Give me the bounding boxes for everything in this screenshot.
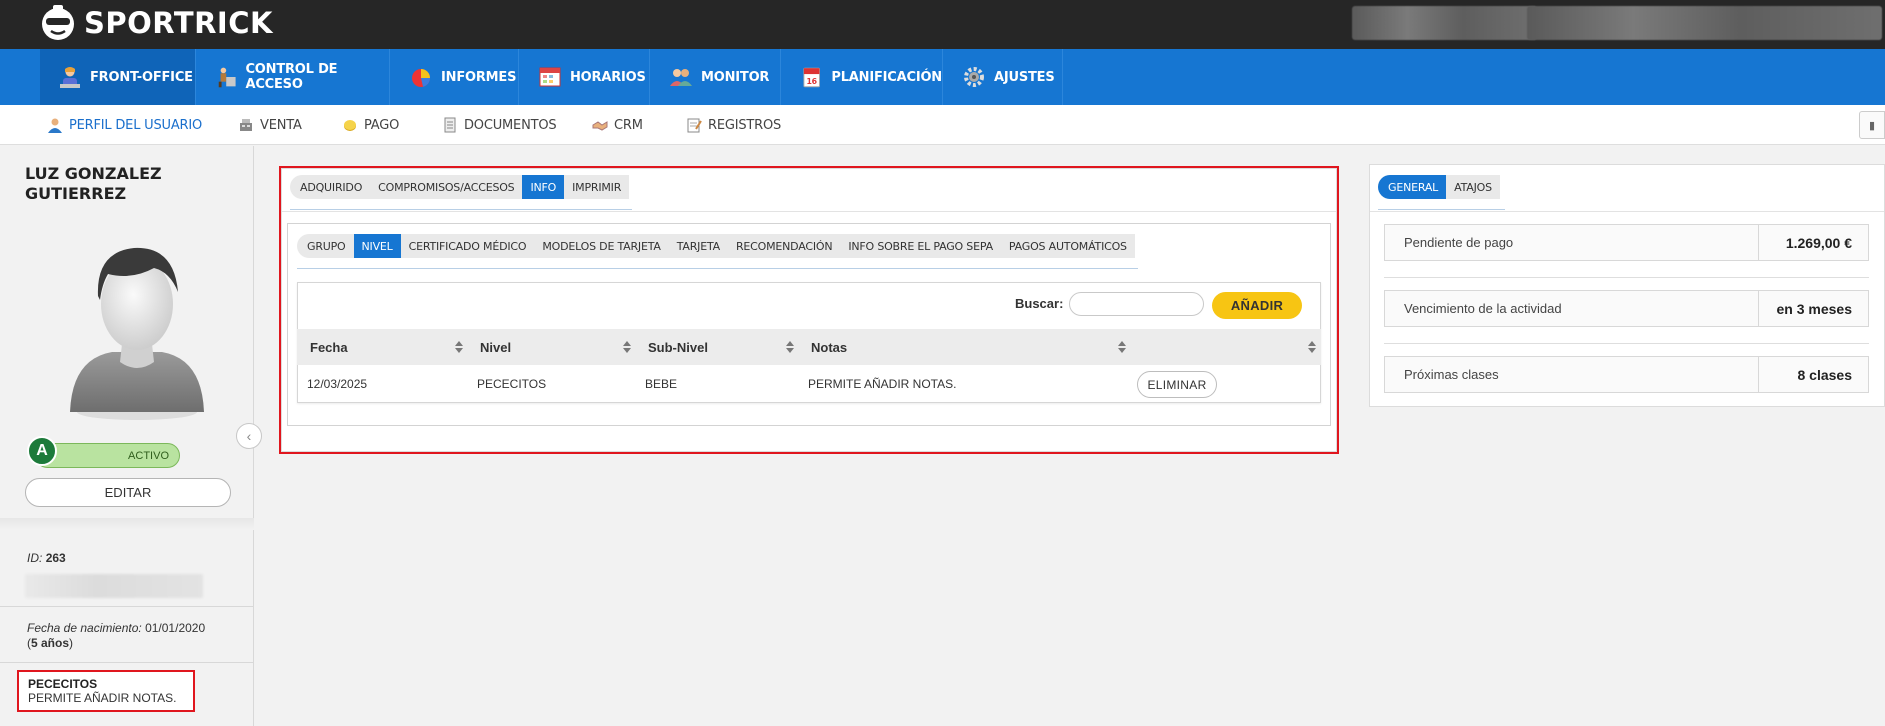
nav-label: FRONT-OFFICE: [90, 69, 193, 85]
pin-icon[interactable]: ▮: [1859, 111, 1885, 139]
stat-label: Pendiente de pago: [1404, 235, 1514, 250]
receptionist-icon: [60, 67, 80, 88]
nav-label: MONITOR: [701, 69, 770, 85]
subnav-label: PAGO: [364, 117, 400, 133]
redacted-account-email[interactable]: [1527, 6, 1882, 40]
sidebar-divider: [0, 606, 254, 607]
top-bar: SPORTRICK: [0, 0, 1885, 49]
id-label: ID:: [27, 551, 43, 565]
notepad-icon: [687, 118, 702, 133]
sidebar-divider-shade: [0, 518, 254, 530]
stat-value: 8 clases: [1758, 357, 1868, 392]
right-tab-bar: GENERAL ATAJOS: [1378, 175, 1500, 199]
gear-icon: [964, 67, 984, 87]
sidebar-divider: [0, 662, 254, 663]
nav-informes[interactable]: INFORMES: [391, 49, 519, 105]
sub-nav: PERFIL DEL USUARIO VENTA PAGO DOCUMENTOS…: [0, 105, 1885, 145]
stat-value: en 3 meses: [1758, 291, 1868, 326]
nav-horarios[interactable]: HORARIOS: [520, 49, 650, 105]
stat-label: Próximas clases: [1404, 367, 1499, 382]
collapse-sidebar-icon[interactable]: ‹: [236, 423, 262, 449]
status-badge: ACTIVO: [35, 443, 180, 468]
nav-ajustes[interactable]: AJUSTES: [944, 49, 1063, 105]
nav-label: INFORMES: [441, 69, 517, 85]
tab-atajos[interactable]: ATAJOS: [1446, 175, 1500, 199]
calendar-icon: 16: [803, 67, 820, 88]
stat-proximas-clases: Próximas clases 8 clases: [1384, 356, 1869, 393]
nav-monitor[interactable]: MONITOR: [651, 49, 781, 105]
redacted-user-button[interactable]: [1352, 6, 1537, 40]
nav-planificacion[interactable]: 16 PLANIFICACIÓN: [782, 49, 943, 105]
age-close: ): [69, 636, 74, 650]
redacted-consultant: [25, 574, 203, 598]
nav-label: CONTROL DE ACCESO: [245, 62, 338, 92]
nav-control-de-acceso[interactable]: CONTROL DE ACCESO: [197, 49, 390, 105]
pie-chart-icon: [412, 69, 430, 87]
user-profile-sidebar: LUZ GONZALEZ GUTIERREZ ACTIVO A EDITAR I…: [0, 146, 254, 726]
stat-divider: [1384, 277, 1869, 278]
nav-label: HORARIOS: [570, 69, 646, 85]
coin-icon: [344, 120, 356, 131]
status-indicator: ACTIVO A: [25, 433, 180, 468]
stat-divider: [1384, 343, 1869, 344]
nav-label: PLANIFICACIÓN: [831, 69, 942, 85]
calendar-grid-icon: [539, 67, 561, 87]
nav-label: AJUSTES: [994, 69, 1055, 85]
document-icon: [444, 117, 456, 133]
subnav-crm[interactable]: CRM: [592, 105, 643, 145]
panel-divider: [1370, 211, 1884, 212]
users-icon: [670, 69, 692, 86]
stat-value: 1.269,00 €: [1758, 225, 1868, 260]
tab-general[interactable]: GENERAL: [1378, 175, 1447, 199]
subnav-documentos[interactable]: DOCUMENTOS: [442, 105, 557, 145]
cash-register-icon: [240, 119, 252, 131]
stat-pendiente-de-pago: Pendiente de pago 1.269,00 €: [1384, 224, 1869, 261]
subnav-venta[interactable]: VENTA: [238, 105, 302, 145]
main-nav: FRONT-OFFICE CONTROL DE ACCESO INFORMES …: [0, 49, 1885, 105]
app-name: SPORTRICK: [84, 6, 273, 40]
nav-front-office[interactable]: FRONT-OFFICE: [40, 49, 196, 105]
subnav-label: REGISTROS: [708, 117, 782, 133]
status-text: ACTIVO: [128, 449, 169, 462]
logo-mark-icon: [38, 3, 78, 43]
stat-label: Vencimiento de la actividad: [1404, 301, 1562, 316]
highlight-frame: [279, 166, 1339, 454]
level-title: PECECITOS: [28, 677, 98, 691]
subnav-registros[interactable]: REGISTROS: [686, 105, 781, 145]
edit-button[interactable]: EDITAR: [25, 478, 231, 507]
svg-text:16: 16: [806, 77, 816, 86]
app-logo[interactable]: SPORTRICK: [38, 3, 273, 43]
right-tabs: GENERAL ATAJOS: [1378, 175, 1500, 199]
user-name: LUZ GONZALEZ GUTIERREZ: [25, 164, 162, 203]
status-letter-icon: A: [27, 436, 57, 466]
stat-vencimiento-actividad: Vencimiento de la actividad en 3 meses: [1384, 290, 1869, 327]
handshake-icon: [592, 121, 608, 131]
dob-value: 01/01/2020: [145, 621, 206, 635]
turnstile-icon: [218, 67, 236, 88]
subnav-perfil-del-usuario[interactable]: PERFIL DEL USUARIO: [47, 105, 202, 145]
subnav-label: CRM: [614, 117, 643, 133]
subnav-label: PERFIL DEL USUARIO: [69, 117, 203, 133]
id-value: 263: [45, 551, 66, 565]
dob-label: Fecha de nacimiento:: [27, 621, 142, 635]
age-value: 5 años: [31, 636, 70, 650]
user-icon: [48, 118, 62, 133]
date-of-birth: Fecha de nacimiento: 01/01/2020 (5 años): [27, 621, 237, 651]
avatar: [70, 247, 204, 420]
current-level-box: PECECITOS PERMITE AÑADIR NOTAS.: [17, 670, 195, 712]
subnav-label: VENTA: [260, 117, 302, 133]
right-tabs-underline: [1378, 209, 1505, 210]
level-note: PERMITE AÑADIR NOTAS.: [28, 691, 177, 705]
user-id: ID: 263: [27, 551, 66, 565]
subnav-label: DOCUMENTOS: [464, 117, 557, 133]
subnav-pago[interactable]: PAGO: [342, 105, 399, 145]
